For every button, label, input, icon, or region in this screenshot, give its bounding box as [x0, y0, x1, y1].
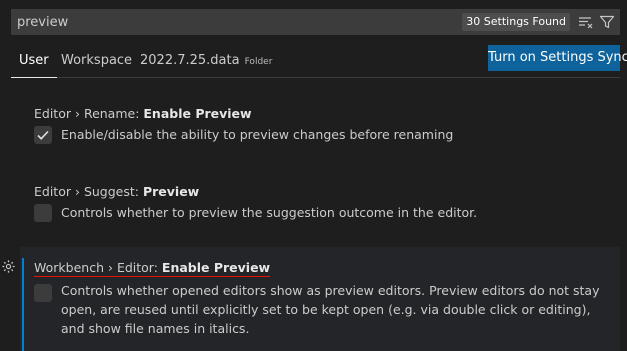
setting-editor-rename-enable-preview: Editor › Rename: Enable Preview Enable/d… [20, 100, 620, 160]
settings-search-bar: 30 Settings Found [11, 9, 620, 35]
setting-checkbox[interactable] [34, 284, 52, 302]
setting-category: Editor › Rename: [34, 106, 144, 121]
setting-description: Enable/disable the ability to preview ch… [61, 127, 454, 142]
setting-title: Editor › Suggest: Preview [34, 184, 199, 199]
setting-description: Controls whether to preview the suggesti… [61, 205, 478, 220]
clear-filter-icon[interactable] [576, 13, 594, 31]
turn-on-settings-sync-button[interactable]: Turn on Settings Sync [488, 45, 627, 71]
gear-icon[interactable] [1, 259, 16, 274]
setting-key: Preview [142, 184, 200, 199]
setting-workbench-editor-enable-preview: Workbench › Editor: Enable Preview Contr… [20, 247, 620, 351]
tab-workspace[interactable]: Workspace [61, 48, 132, 78]
setting-editor-suggest-preview: Editor › Suggest: Preview Controls wheth… [20, 178, 620, 238]
settings-found-badge: 30 Settings Found [462, 13, 570, 31]
setting-key: Enable Preview [161, 260, 271, 275]
setting-title: Workbench › Editor: Enable Preview [34, 260, 271, 277]
setting-checkbox[interactable] [34, 126, 52, 144]
setting-checkbox[interactable] [34, 204, 52, 222]
tab-user-label: User [19, 53, 49, 68]
focus-indicator [22, 258, 24, 351]
tab-folder-label: 2022.7.25.data [140, 53, 240, 68]
filter-icon[interactable] [598, 13, 616, 31]
check-icon [37, 130, 49, 140]
setting-title: Editor › Rename: Enable Preview [34, 106, 252, 121]
settings-search-input[interactable] [17, 9, 463, 35]
setting-category: Editor › Suggest: [34, 184, 143, 199]
tab-user[interactable]: User [11, 48, 57, 78]
setting-description: Controls whether opened editors show as … [61, 283, 600, 336]
folder-tag: Folder [244, 57, 273, 67]
tab-workspace-label: Workspace [61, 53, 133, 68]
setting-key: Enable Preview [143, 106, 252, 121]
tab-folder[interactable]: 2022.7.25.data Folder [140, 48, 272, 78]
setting-category: Workbench › Editor: [34, 260, 162, 275]
